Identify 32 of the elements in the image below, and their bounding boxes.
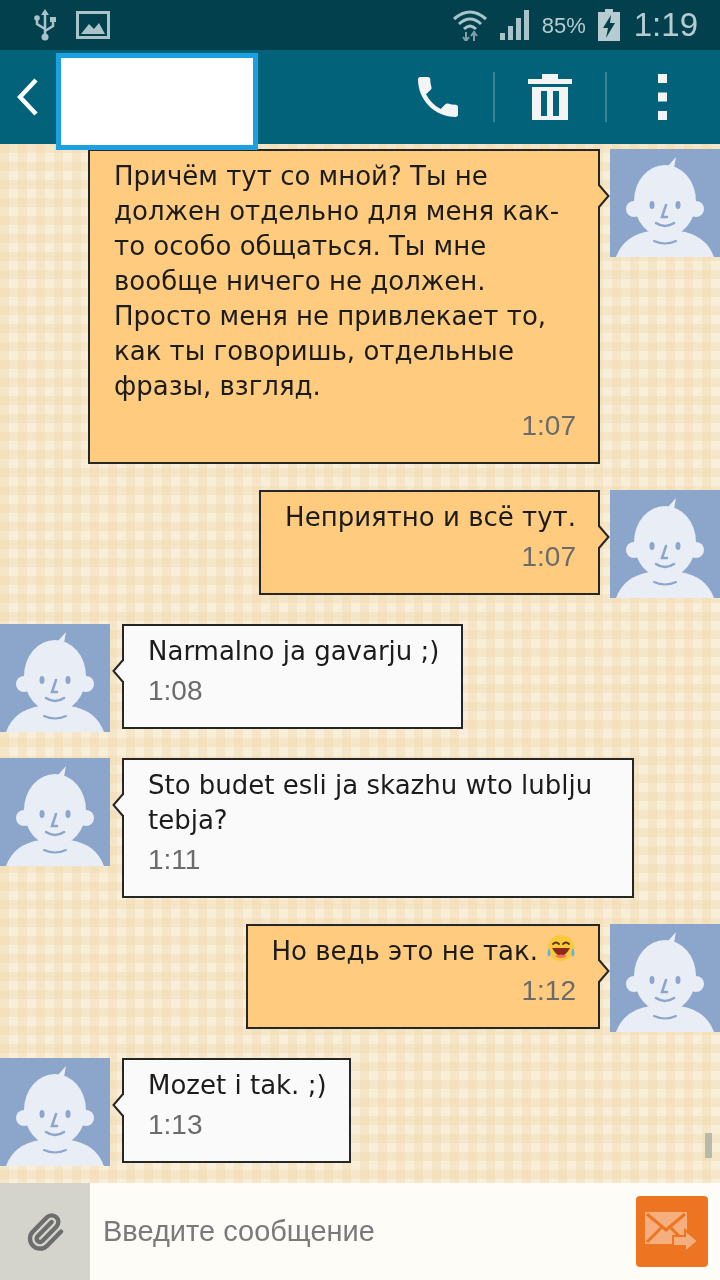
person-avatar-icon: [0, 624, 110, 732]
person-avatar-icon: [0, 1058, 110, 1166]
back-chevron-icon: [17, 78, 39, 116]
phone-icon: [418, 77, 458, 117]
message-text: Narmalno ja gavarju ;): [148, 636, 440, 666]
message-time: 1:11: [148, 843, 201, 877]
message-time: 1:13: [148, 1108, 203, 1142]
menu-icon: [657, 74, 667, 120]
person-avatar-icon: [610, 149, 720, 257]
wifi-icon: [451, 9, 488, 41]
usb-icon: [34, 9, 56, 41]
message-text: Но ведь это не так.: [271, 936, 538, 966]
person-avatar-icon: [610, 490, 720, 598]
message-text: Mozet i tak. ;): [148, 1070, 327, 1100]
message-text: Причём тут со мной? Ты не должен отдельно для меня как-то особо общаться. Ты мне вообще ничего не должен. Просто меня не привлекает то, как ты говоришь, отдельные фразы, взгляд.: [114, 161, 560, 401]
battery-charging-icon: [597, 9, 620, 41]
image-icon: [76, 11, 110, 39]
message-time: 1:07: [521, 409, 576, 443]
clock-time: 1:19: [633, 5, 698, 46]
person-avatar-icon: [610, 924, 720, 1032]
scroll-indicator: [705, 1133, 712, 1158]
message-text: Неприятно и всё тут.: [285, 502, 576, 532]
person-avatar-icon: [0, 758, 110, 866]
attach-button[interactable]: [0, 1183, 90, 1280]
message-time: 1:12: [521, 974, 576, 1008]
signal-icon: [499, 10, 530, 40]
message-text: Sto budet esli ja skazhu wto lublju tebja?: [148, 770, 593, 835]
battery-percent: 85%: [541, 11, 586, 40]
trash-icon: [528, 74, 572, 120]
paperclip-icon: [25, 1211, 65, 1252]
message-time: 1:07: [521, 540, 576, 574]
message-time: 1:08: [148, 674, 203, 708]
